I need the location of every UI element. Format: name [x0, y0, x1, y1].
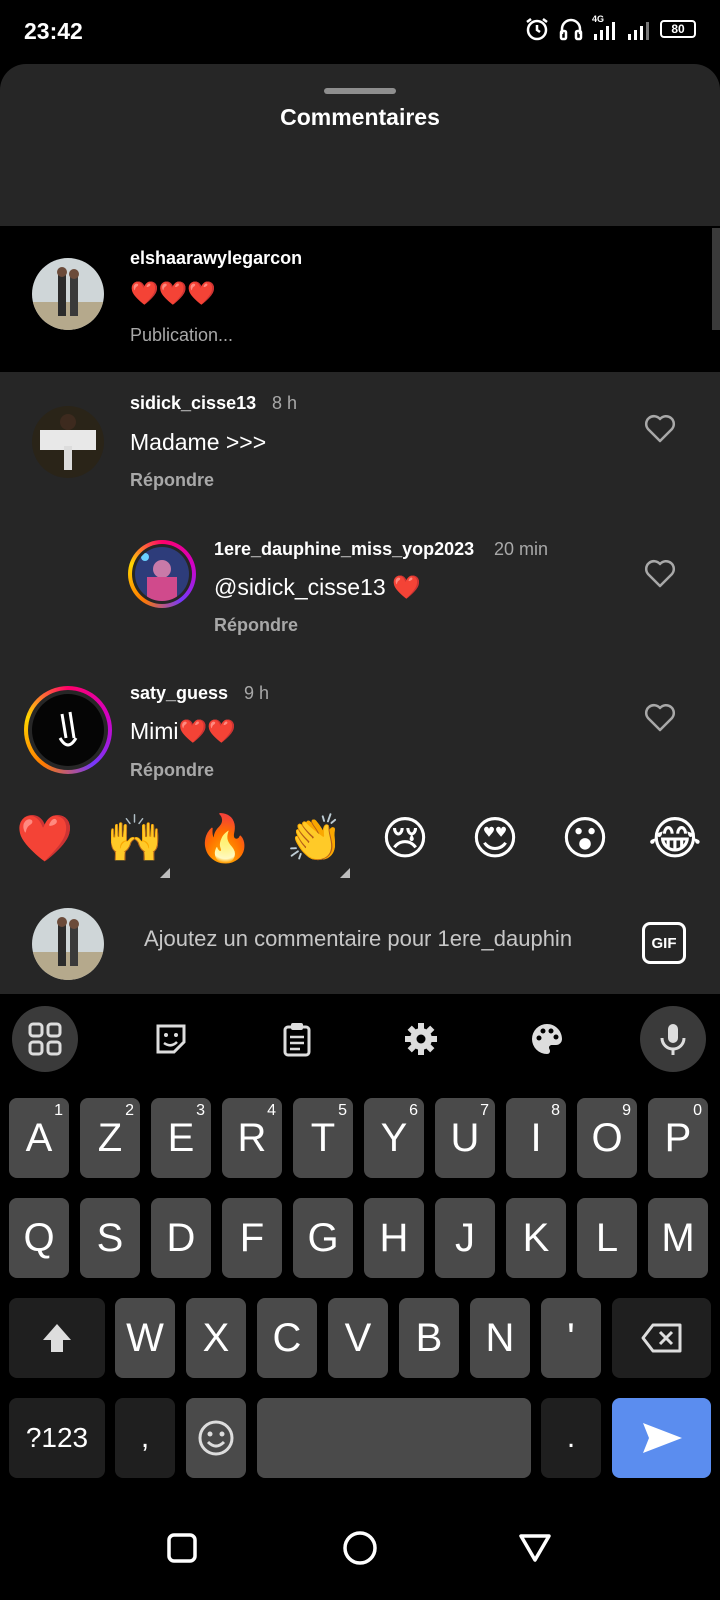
home-circle-icon[interactable]	[342, 1530, 378, 1566]
signal-4g-icon: 4G	[592, 14, 618, 42]
send-arrow-icon	[642, 1423, 682, 1453]
caption-username[interactable]: elshaarawylegarcon	[130, 248, 302, 269]
comment-text: Mimi❤️❤️	[130, 718, 236, 744]
comment-text: Madame >>>	[130, 429, 267, 455]
caption-text: ❤️❤️❤️	[130, 280, 216, 306]
comma-key[interactable]: ,	[115, 1398, 175, 1478]
quick-emoji-bar: ❤️ 🙌 🔥 👏 😢 😍 😮 😂	[0, 808, 720, 878]
sticker-icon[interactable]	[138, 1006, 204, 1072]
backspace-icon	[641, 1323, 681, 1353]
key-j[interactable]: J	[435, 1198, 495, 1278]
shift-arrow-icon	[43, 1324, 71, 1352]
sheet-drag-handle[interactable]	[324, 88, 396, 94]
key-a[interactable]: A1	[9, 1098, 69, 1178]
avatar[interactable]	[32, 406, 104, 478]
keyboard: A1 Z2 E3 R4 T5 Y6 U7 I8 O9 P0 Q S D F G …	[0, 994, 720, 1484]
key-r[interactable]: R4	[222, 1098, 282, 1178]
key-w[interactable]: W	[115, 1298, 175, 1378]
emoji-key[interactable]	[186, 1398, 246, 1478]
battery-indicator: 80	[660, 20, 696, 38]
headphones-icon	[559, 18, 583, 41]
comment-text: @sidick_cisse13 ❤️	[214, 574, 421, 600]
key-n[interactable]: N	[470, 1298, 530, 1378]
like-heart-icon[interactable]	[643, 700, 677, 734]
settings-gear-icon[interactable]	[388, 1006, 454, 1072]
emoji-crying-face[interactable]: 😢	[375, 808, 435, 868]
key-i[interactable]: I8	[506, 1098, 566, 1178]
avatar[interactable]	[32, 258, 104, 330]
back-triangle-icon[interactable]	[518, 1532, 552, 1564]
key-u[interactable]: U7	[435, 1098, 495, 1178]
comment-input[interactable]: Ajoutez un commentaire pour 1ere_dauphin	[144, 926, 604, 952]
system-nav-bar	[0, 1484, 720, 1600]
avatar	[32, 908, 104, 980]
key-f[interactable]: F	[222, 1198, 282, 1278]
symbols-key[interactable]: ?123	[9, 1398, 105, 1478]
gif-button[interactable]: GIF	[642, 922, 686, 964]
skin-tone-indicator	[160, 868, 170, 878]
emoji-fire[interactable]: 🔥	[195, 808, 255, 868]
caption-meta: Publication...	[130, 325, 234, 345]
status-icons: 4G 80	[524, 14, 696, 42]
key-apostrophe[interactable]: '	[541, 1298, 601, 1378]
microphone-icon[interactable]	[640, 1006, 706, 1072]
comment-time: 8 h	[272, 393, 298, 413]
alarm-icon	[526, 18, 548, 41]
emoji-raising-hands[interactable]: 🙌	[105, 808, 165, 868]
key-l[interactable]: L	[577, 1198, 637, 1278]
key-b[interactable]: B	[399, 1298, 459, 1378]
key-y[interactable]: Y6	[364, 1098, 424, 1178]
comment-time: 9 h	[244, 683, 270, 703]
space-bar[interactable]	[257, 1398, 531, 1478]
emoji-red-heart[interactable]: ❤️	[15, 808, 75, 868]
emoji-heart-eyes[interactable]: 😍	[465, 808, 525, 868]
reply-button[interactable]: Répondre	[214, 615, 298, 636]
skin-tone-indicator	[340, 868, 350, 878]
signal-icon	[628, 22, 649, 40]
send-key[interactable]	[612, 1398, 711, 1478]
reply-button[interactable]: Répondre	[130, 470, 214, 491]
comment-username[interactable]: saty_guess	[130, 683, 228, 704]
emoji-clapping-hands[interactable]: 👏	[285, 808, 345, 868]
key-x[interactable]: X	[186, 1298, 246, 1378]
comment-time: 20 min	[494, 539, 549, 559]
key-d[interactable]: D	[151, 1198, 211, 1278]
clipboard-icon[interactable]	[264, 1006, 330, 1072]
like-heart-icon[interactable]	[643, 556, 677, 590]
shift-key[interactable]	[9, 1298, 105, 1378]
status-bar: 23:42 4G 80	[0, 0, 720, 64]
avatar[interactable]	[32, 694, 104, 766]
emoji-surprised-face[interactable]: 😮	[555, 808, 615, 868]
like-heart-icon[interactable]	[643, 411, 677, 445]
key-v[interactable]: V	[328, 1298, 388, 1378]
backspace-key[interactable]	[612, 1298, 711, 1378]
key-z[interactable]: Z2	[80, 1098, 140, 1178]
reply-button[interactable]: Répondre	[130, 760, 214, 781]
key-s[interactable]: S	[80, 1198, 140, 1278]
key-c[interactable]: C	[257, 1298, 317, 1378]
avatar[interactable]	[135, 547, 189, 601]
sheet-title: Commentaires	[280, 104, 440, 130]
key-m[interactable]: M	[648, 1198, 708, 1278]
smiley-icon	[198, 1420, 234, 1456]
key-e[interactable]: E3	[151, 1098, 211, 1178]
scrollbar[interactable]	[712, 228, 720, 330]
key-t[interactable]: T5	[293, 1098, 353, 1178]
status-clock: 23:42	[24, 18, 83, 44]
comment-composer: Ajoutez un commentaire pour 1ere_dauphin	[0, 886, 720, 994]
key-q[interactable]: Q	[9, 1198, 69, 1278]
key-o[interactable]: O9	[577, 1098, 637, 1178]
emoji-tears-of-joy[interactable]: 😂	[645, 808, 705, 868]
comment-username[interactable]: sidick_cisse13	[130, 393, 256, 414]
key-g[interactable]: G	[293, 1198, 353, 1278]
apps-grid-icon[interactable]	[12, 1006, 78, 1072]
theme-palette-icon[interactable]	[514, 1006, 580, 1072]
key-h[interactable]: H	[364, 1198, 424, 1278]
key-p[interactable]: P0	[648, 1098, 708, 1178]
key-k[interactable]: K	[506, 1198, 566, 1278]
post-caption	[0, 226, 720, 372]
comment-username[interactable]: 1ere_dauphine_miss_yop2023	[214, 539, 474, 560]
recent-apps-square-icon[interactable]	[166, 1532, 198, 1564]
period-key[interactable]: .	[541, 1398, 601, 1478]
